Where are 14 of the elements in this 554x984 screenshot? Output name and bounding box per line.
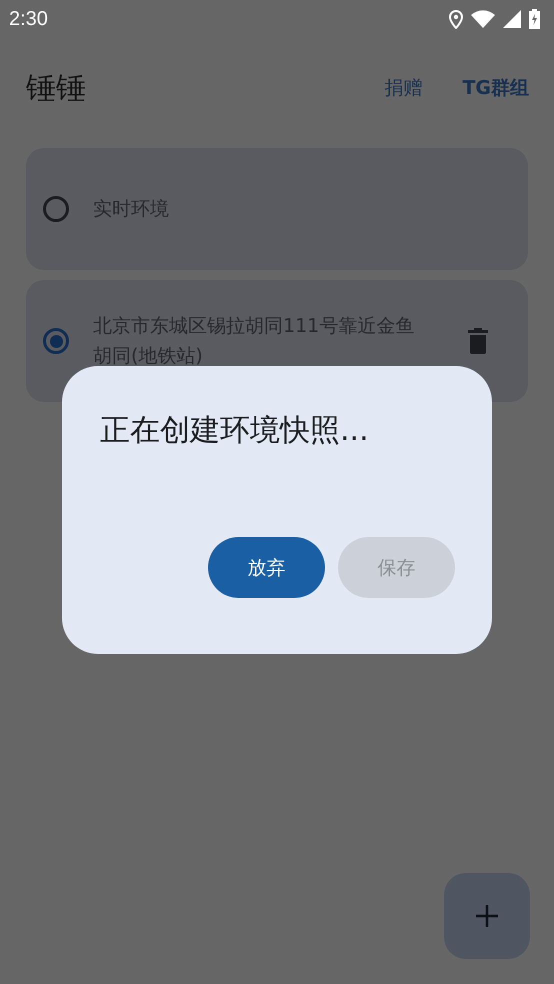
battery-icon <box>529 9 540 29</box>
location-icon <box>449 10 463 28</box>
signal-icon <box>503 10 521 28</box>
wifi-icon <box>471 10 495 28</box>
app-title: 锤锤 <box>26 70 86 108</box>
add-icon <box>475 904 499 928</box>
dialog-button[interactable]: 放弃 <box>208 537 325 598</box>
status-time: 2:30 <box>9 8 48 30</box>
radio-button[interactable] <box>43 196 69 222</box>
radio-button[interactable] <box>43 328 69 354</box>
dialog-title: 正在创建环境快照... <box>100 412 370 450</box>
delete-icon[interactable] <box>468 328 488 354</box>
app-bar-action[interactable]: TG群组 <box>462 75 529 101</box>
app-bar-action[interactable]: 捐赠 <box>384 75 422 101</box>
